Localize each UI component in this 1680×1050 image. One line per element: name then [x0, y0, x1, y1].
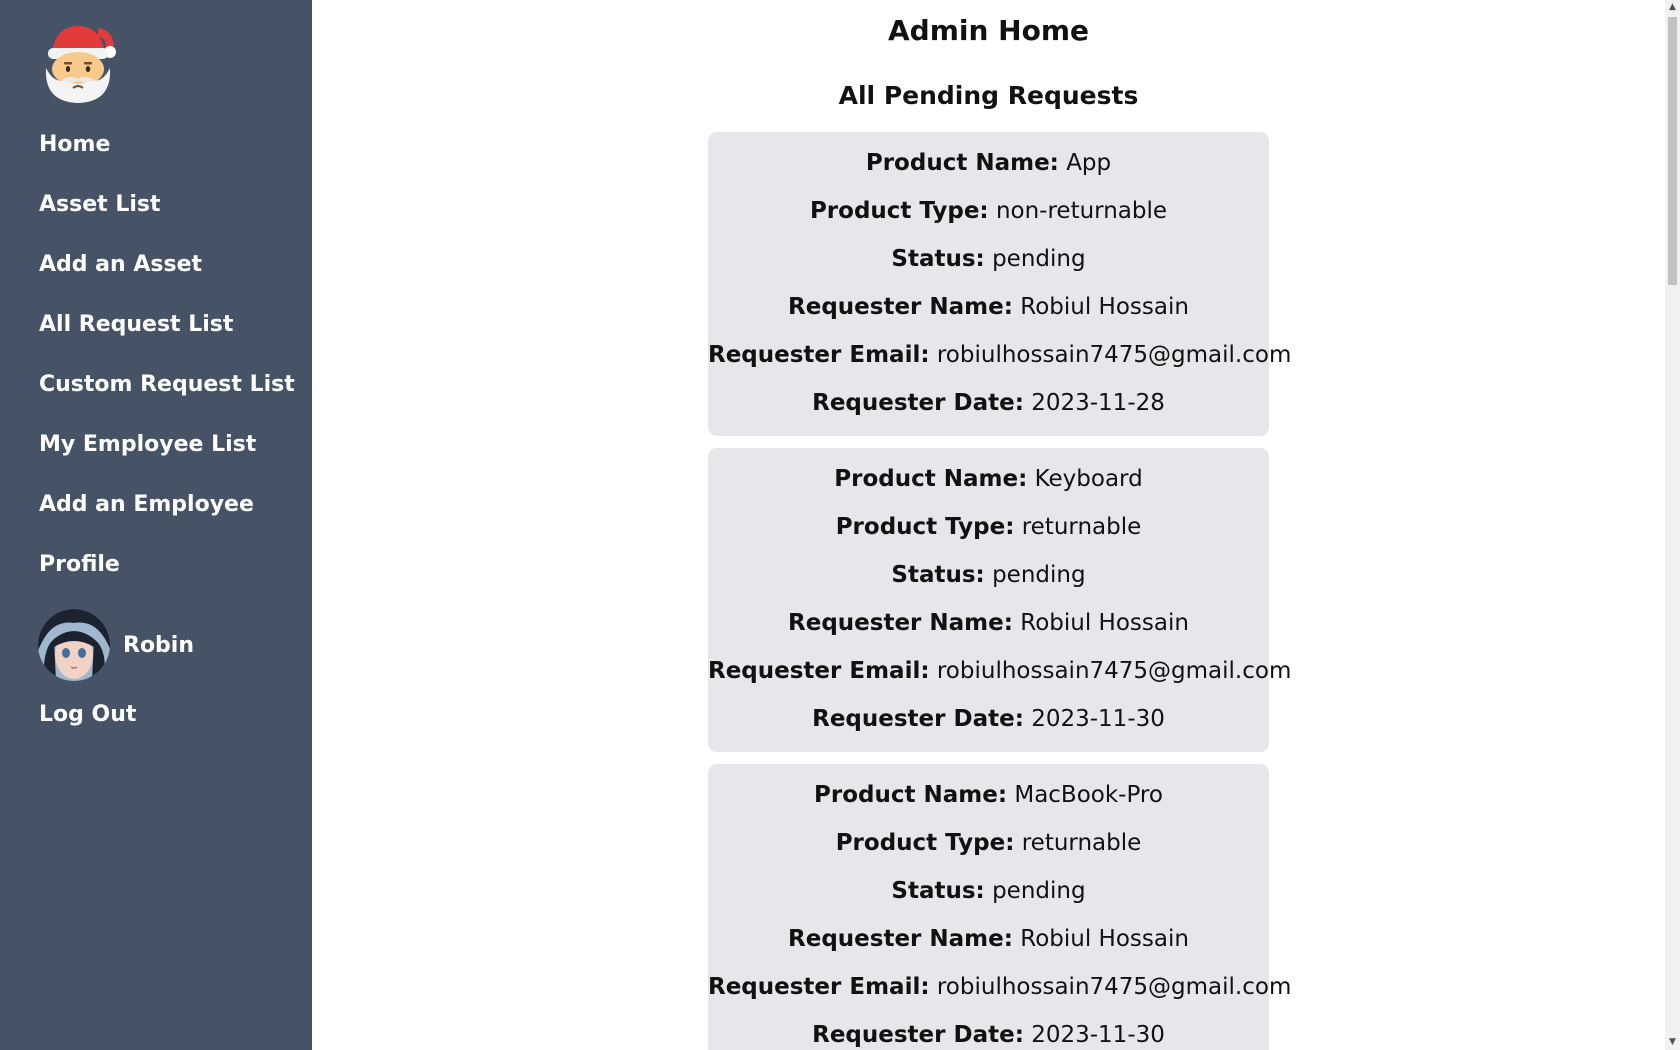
- field-label: Requester Date:: [812, 706, 1024, 732]
- field-value: 2023-11-30: [1031, 1022, 1165, 1048]
- field-value: pending: [992, 246, 1086, 272]
- page-title: Admin Home: [887, 14, 1089, 47]
- field-value: Robiul Hossain: [1020, 926, 1189, 952]
- user-profile[interactable]: Robin: [38, 609, 194, 681]
- field-label: Requester Name:: [788, 926, 1013, 952]
- field-label: Status:: [891, 562, 985, 588]
- field-value: non-returnable: [995, 198, 1168, 224]
- field-label: Requester Date:: [812, 390, 1024, 416]
- field-label: Product Type:: [835, 514, 1015, 540]
- field-value: App: [1066, 150, 1112, 176]
- sidebar-item-profile[interactable]: Profile: [39, 546, 295, 606]
- field-value: Keyboard: [1034, 466, 1143, 492]
- product-name-row: Product Name: Keyboard: [708, 455, 1269, 503]
- sidebar-item-all-request-list[interactable]: All Request List: [39, 306, 295, 366]
- requester-date-row: Requester Date: 2023-11-30: [708, 1011, 1269, 1050]
- product-name-row: Product Name: App: [708, 139, 1269, 187]
- pending-requests-list: Product Name: App Product Type: non-retu…: [708, 132, 1291, 1050]
- field-value: 2023-11-28: [1031, 390, 1165, 416]
- field-value: robiulhossain7475@gmail.com: [936, 658, 1292, 684]
- field-label: Requester Name:: [788, 610, 1013, 636]
- field-label: Requester Date:: [812, 1022, 1024, 1048]
- field-value: returnable: [1021, 830, 1142, 856]
- scrollbar-thumb[interactable]: [1668, 17, 1677, 285]
- requester-name-row: Requester Name: Robiul Hossain: [708, 915, 1269, 963]
- field-value: robiulhossain7475@gmail.com: [936, 974, 1292, 1000]
- section-title: All Pending Requests: [838, 81, 1139, 110]
- field-label: Product Name:: [865, 150, 1059, 176]
- requester-email-row: Requester Email: robiulhossain7475@gmail…: [708, 647, 1291, 695]
- field-label: Status:: [891, 246, 985, 272]
- field-label: Requester Name:: [788, 294, 1013, 320]
- vertical-scrollbar[interactable]: ▲ ▼: [1665, 0, 1680, 1050]
- field-value: MacBook-Pro: [1014, 782, 1163, 808]
- request-card: Product Name: Keyboard Product Type: ret…: [708, 448, 1291, 752]
- sidebar-item-home[interactable]: Home: [39, 126, 295, 186]
- sidebar-item-my-employee-list[interactable]: My Employee List: [39, 426, 295, 486]
- field-value: Robiul Hossain: [1020, 610, 1189, 636]
- field-value: Robiul Hossain: [1020, 294, 1189, 320]
- santa-claus-icon[interactable]: [40, 22, 116, 104]
- field-label: Product Name:: [834, 466, 1028, 492]
- status-row: Status: pending: [708, 235, 1269, 283]
- scroll-up-arrow-icon[interactable]: ▲: [1665, 0, 1680, 15]
- status-row: Status: pending: [708, 551, 1269, 599]
- requester-date-row: Requester Date: 2023-11-30: [708, 695, 1269, 743]
- sidebar-item-add-employee[interactable]: Add an Employee: [39, 486, 295, 546]
- sidebar-item-add-asset[interactable]: Add an Asset: [39, 246, 295, 306]
- requester-email-row: Requester Email: robiulhossain7475@gmail…: [708, 963, 1291, 1011]
- sidebar-item-asset-list[interactable]: Asset List: [39, 186, 295, 246]
- field-value: pending: [992, 562, 1086, 588]
- field-label: Requester Email:: [708, 342, 930, 368]
- sidebar-nav: Home Asset List Add an Asset All Request…: [39, 126, 295, 606]
- field-label: Product Name:: [814, 782, 1008, 808]
- product-name-row: Product Name: MacBook-Pro: [708, 771, 1269, 819]
- product-type-row: Product Type: returnable: [708, 503, 1269, 551]
- user-name[interactable]: Robin: [123, 633, 194, 658]
- field-value: robiulhossain7475@gmail.com: [936, 342, 1292, 368]
- field-value: returnable: [1021, 514, 1142, 540]
- logout-link[interactable]: Log Out: [39, 702, 136, 727]
- request-card: Product Name: MacBook-Pro Product Type: …: [708, 764, 1291, 1050]
- main-content: Admin Home All Pending Requests Product …: [312, 0, 1665, 1050]
- field-value: pending: [992, 878, 1086, 904]
- field-label: Requester Email:: [708, 658, 930, 684]
- product-type-row: Product Type: returnable: [708, 819, 1269, 867]
- field-value: 2023-11-30: [1031, 706, 1165, 732]
- field-label: Product Type:: [835, 830, 1015, 856]
- request-card: Product Name: App Product Type: non-retu…: [708, 132, 1291, 436]
- requester-name-row: Requester Name: Robiul Hossain: [708, 599, 1269, 647]
- field-label: Status:: [891, 878, 985, 904]
- requester-name-row: Requester Name: Robiul Hossain: [708, 283, 1269, 331]
- user-avatar[interactable]: [38, 609, 110, 681]
- sidebar-item-custom-request-list[interactable]: Custom Request List: [39, 366, 295, 426]
- requester-date-row: Requester Date: 2023-11-28: [708, 379, 1269, 427]
- scroll-down-arrow-icon[interactable]: ▼: [1665, 1035, 1680, 1050]
- sidebar: Home Asset List Add an Asset All Request…: [0, 0, 312, 1050]
- field-label: Product Type:: [809, 198, 989, 224]
- product-type-row: Product Type: non-returnable: [708, 187, 1269, 235]
- requester-email-row: Requester Email: robiulhossain7475@gmail…: [708, 331, 1291, 379]
- field-label: Requester Email:: [708, 974, 930, 1000]
- status-row: Status: pending: [708, 867, 1269, 915]
